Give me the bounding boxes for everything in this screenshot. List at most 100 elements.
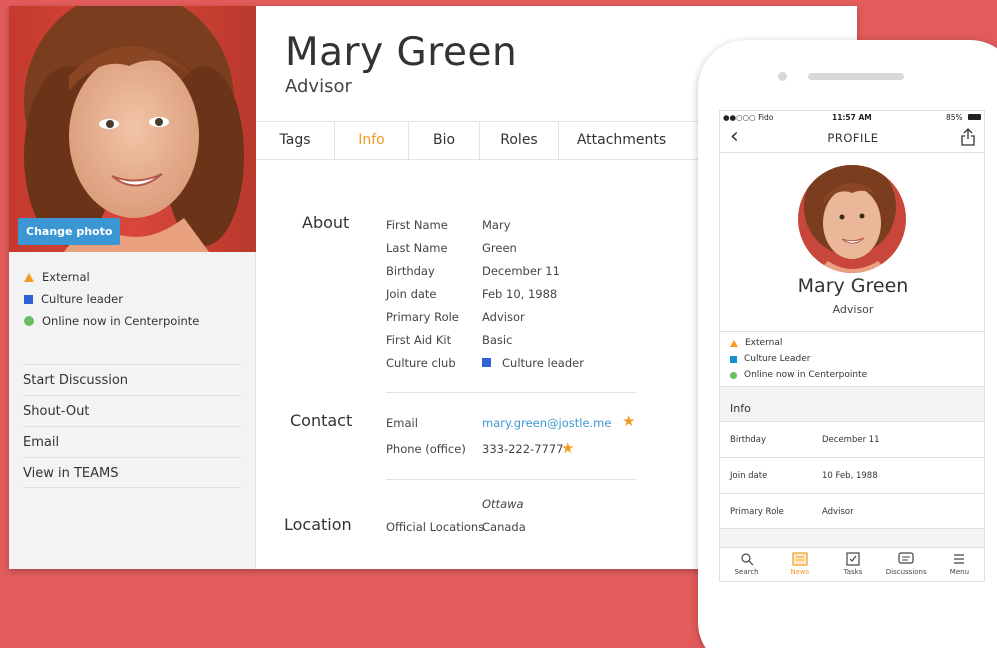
email-label: Email [386, 416, 418, 430]
info-row-label: Join date [730, 471, 768, 481]
info-row: Primary Role Advisor [720, 493, 984, 529]
triangle-icon [24, 272, 34, 282]
field-label: Join date [386, 287, 437, 301]
culture-club-value: Culture leader [502, 356, 584, 370]
info-heading: Info [730, 402, 751, 415]
badge-label: Culture Leader [744, 354, 811, 364]
star-icon[interactable]: ★ [561, 439, 574, 457]
field-label: First Aid Kit [386, 333, 452, 347]
tab-tags[interactable]: Tags [256, 122, 335, 159]
location-heading: Location [284, 515, 352, 534]
carrier: ●●○○○ Fido [723, 113, 774, 122]
tabbar-label: Search [734, 568, 759, 576]
mobile-profile-header: Mary Green Advisor [720, 153, 984, 332]
info-row-value: 10 Feb, 1988 [822, 471, 878, 481]
tabbar-label: Menu [949, 568, 970, 576]
badge-label: Culture leader [41, 292, 123, 306]
status-bar: ●●○○○ Fido 11:57 AM 85% [720, 111, 984, 123]
badge-label: External [42, 270, 90, 284]
badge-label: Online now in Centerpointe [744, 370, 868, 380]
square-icon [24, 294, 33, 304]
phone-screen: ●●○○○ Fido 11:57 AM 85% ‹ PROFILE Mary G… [719, 110, 985, 582]
tabbar-news[interactable]: News [773, 548, 826, 581]
phone-mockup: ●●○○○ Fido 11:57 AM 85% ‹ PROFILE Mary G… [698, 40, 997, 648]
profile-role: Advisor [285, 76, 352, 97]
tab-info[interactable]: Info [335, 122, 409, 159]
profile-photo [9, 6, 256, 252]
divider [386, 392, 637, 393]
phone-value: 333-222-7777 [482, 442, 564, 456]
view-in-teams-link[interactable]: View in TEAMS [23, 457, 241, 488]
news-icon [792, 552, 808, 566]
field-value: Green [482, 241, 517, 255]
mobile-tab-bar: Search News Tasks Discussions Menu [720, 547, 984, 581]
badge-label: External [745, 338, 783, 348]
nav-bar: ‹ PROFILE [720, 123, 984, 153]
location-country: Canada [482, 520, 526, 534]
discussions-icon [898, 552, 914, 564]
info-row-label: Primary Role [730, 507, 784, 517]
profile-sidebar: Change photo External Culture leader Onl… [9, 6, 256, 569]
phone-camera [778, 72, 787, 81]
info-row-label: Birthday [730, 435, 767, 445]
tabbar-menu[interactable]: Menu [933, 548, 984, 581]
tabbar-label: News [790, 568, 810, 576]
star-icon[interactable]: ★ [622, 412, 635, 430]
badge-online: Online now in Centerpointe [730, 367, 984, 383]
field-value: December 11 [482, 264, 560, 278]
badge-culture-leader: Culture leader [24, 288, 199, 310]
badge-culture-leader: Culture Leader [730, 351, 984, 367]
info-row-value: Advisor [822, 507, 854, 517]
field-value: Advisor [482, 310, 525, 324]
badge-external: External [24, 266, 199, 288]
badge-external: External [730, 335, 984, 351]
info-row: Join date 10 Feb, 1988 [720, 457, 984, 493]
tab-attachments[interactable]: Attachments [559, 122, 684, 159]
location-city: Ottawa [482, 497, 524, 511]
mobile-profile-name: Mary Green [797, 275, 909, 297]
shout-out-link[interactable]: Shout-Out [23, 395, 241, 426]
profile-name: Mary Green [285, 30, 518, 75]
action-list: Start Discussion Shout-Out Email View in… [23, 364, 241, 488]
tabbar-label: Tasks [843, 568, 863, 576]
square-icon [482, 358, 491, 367]
battery-level: 85% [946, 113, 963, 122]
share-icon[interactable] [961, 128, 975, 146]
tab-bio[interactable]: Bio [409, 122, 480, 159]
tabbar-discussions[interactable]: Discussions [880, 548, 933, 581]
nav-title: PROFILE [827, 131, 879, 145]
field-label: Last Name [386, 241, 448, 255]
phone-label: Phone (office) [386, 442, 466, 456]
field-label: Primary Role [386, 310, 459, 324]
contact-heading: Contact [290, 411, 353, 430]
triangle-icon [730, 339, 738, 347]
field-label: Culture club [386, 356, 456, 370]
mobile-profile-role: Advisor [832, 303, 874, 316]
divider [386, 479, 637, 480]
info-row: Birthday December 11 [720, 421, 984, 457]
field-value: Feb 10, 1988 [482, 287, 558, 301]
status-time: 11:57 AM [832, 113, 872, 122]
tabbar-tasks[interactable]: Tasks [826, 548, 879, 581]
tab-roles[interactable]: Roles [480, 122, 559, 159]
tabbar-label: Discussions [885, 568, 927, 576]
search-icon [740, 553, 754, 566]
field-value: Culture leader [482, 356, 584, 370]
dot-icon [24, 316, 34, 326]
mobile-badge-list: External Culture Leader Online now in Ce… [720, 332, 984, 387]
avatar[interactable] [798, 165, 906, 273]
field-label: Birthday [386, 264, 435, 278]
start-discussion-link[interactable]: Start Discussion [23, 364, 241, 395]
tabbar-search[interactable]: Search [720, 548, 773, 581]
square-icon [730, 355, 737, 363]
battery-icon [968, 114, 981, 120]
field-value: Mary [482, 218, 511, 232]
badge-label: Online now in Centerpointe [42, 314, 200, 328]
email-value-link[interactable]: mary.green@jostle.me [482, 416, 611, 430]
email-link[interactable]: Email [23, 426, 241, 457]
dot-icon [730, 371, 737, 379]
about-heading: About [302, 213, 350, 232]
info-row-value: December 11 [822, 435, 880, 445]
change-photo-button[interactable]: Change photo [18, 218, 121, 245]
badge-online: Online now in Centerpointe [24, 310, 199, 332]
